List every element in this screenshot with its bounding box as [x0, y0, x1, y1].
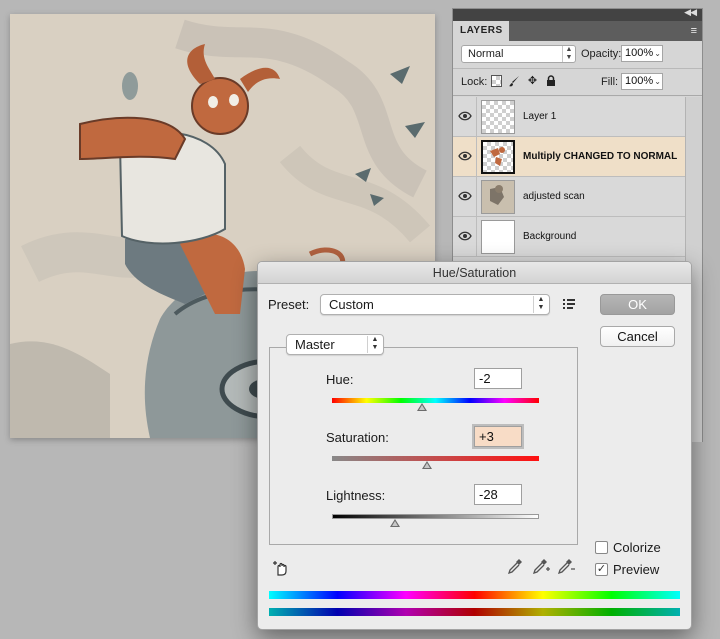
lock-all-icon[interactable]	[545, 75, 556, 87]
add-to-sample-eyedropper-icon[interactable]	[532, 558, 550, 577]
layer-list: Layer 1 Multiply CHANGED TO NORMAL adjus…	[453, 97, 686, 257]
visibility-toggle[interactable]	[453, 217, 477, 257]
hue-slider-handle[interactable]	[417, 403, 427, 411]
layer-name[interactable]: Multiply CHANGED TO NORMAL	[523, 137, 677, 177]
lock-label: Lock:	[461, 76, 488, 88]
preview-label: Preview	[613, 562, 660, 577]
targeted-adjustment-hand-icon[interactable]	[272, 559, 290, 580]
channel-select[interactable]: Master ▲ ▼	[286, 334, 384, 355]
blend-mode-value: Normal	[468, 48, 504, 60]
panel-title-bar[interactable]: ◀◀	[453, 7, 702, 21]
layer-row-adjusted-scan[interactable]: adjusted scan	[453, 177, 686, 217]
eye-icon	[458, 111, 472, 121]
fill-label: Fill:	[601, 76, 619, 88]
fill-field[interactable]: 100% ⌄	[621, 73, 663, 90]
saturation-input[interactable]: +3	[474, 426, 522, 447]
preview-checkbox[interactable]: ✓	[595, 563, 608, 576]
layer-row-background[interactable]: Background	[453, 217, 686, 257]
adjustment-group: Master ▲ ▼ Hue: -2 Saturation: +3 Lightne…	[269, 334, 578, 545]
colorize-checkbox[interactable]	[595, 541, 608, 554]
channel-value: Master	[295, 337, 335, 352]
preset-label: Preset:	[268, 297, 310, 312]
lightness-label: Lightness:	[326, 488, 386, 503]
visibility-toggle[interactable]	[453, 137, 477, 177]
saturation-label: Saturation:	[326, 430, 389, 445]
tab-layers[interactable]: LAYERS	[453, 21, 509, 41]
eye-icon	[458, 231, 472, 241]
opacity-label: Opacity:	[581, 48, 622, 60]
blend-opacity-row: Normal ▲ ▼ Opacity: 100% ⌄	[453, 41, 702, 69]
hue-label: Hue:	[326, 372, 354, 387]
lock-transparent-icon[interactable]	[491, 75, 502, 87]
layer-row-multiply[interactable]: Multiply CHANGED TO NORMAL	[453, 137, 686, 177]
dialog-title[interactable]: Hue/Saturation	[258, 262, 691, 284]
layer-name[interactable]: Background	[523, 217, 576, 257]
eyedropper-icon[interactable]	[507, 558, 523, 577]
hue-saturation-dialog: Hue/Saturation Preset: Custom ▲ ▼ OK Canc…	[257, 261, 692, 630]
lock-options: ✥	[491, 75, 556, 87]
preset-select[interactable]: Custom ▲ ▼	[320, 294, 550, 315]
chevron-down-icon[interactable]: ⌄	[654, 46, 661, 61]
lightness-slider-handle[interactable]	[390, 519, 400, 527]
saturation-slider-handle[interactable]	[422, 461, 432, 469]
chevron-updown-icon: ▲ ▼	[533, 296, 548, 313]
preset-value: Custom	[329, 297, 374, 312]
panel-menu-icon[interactable]: ≡	[691, 25, 697, 37]
saturation-slider[interactable]	[332, 456, 539, 461]
chevron-down-icon[interactable]: ⌄	[654, 74, 661, 89]
lightness-slider[interactable]	[332, 514, 539, 519]
layer-thumbnail	[481, 140, 515, 174]
lock-fill-row: Lock: ✥ Fill: 100% ⌄	[453, 70, 702, 96]
lightness-input[interactable]: -28	[474, 484, 522, 505]
layer-thumbnail	[481, 180, 515, 214]
output-color-bar	[269, 608, 680, 616]
panel-tab-row: LAYERS ≡	[453, 21, 702, 41]
chevron-updown-icon: ▲ ▼	[562, 46, 575, 62]
preset-options-icon[interactable]	[563, 298, 577, 313]
eye-icon	[458, 151, 472, 161]
hue-slider[interactable]	[332, 398, 539, 403]
visibility-toggle[interactable]	[453, 177, 477, 217]
layer-row-layer-1[interactable]: Layer 1	[453, 97, 686, 137]
fill-value: 100%	[625, 75, 654, 87]
eye-icon	[458, 191, 472, 201]
layer-name[interactable]: Layer 1	[523, 97, 556, 137]
layer-name[interactable]: adjusted scan	[523, 177, 585, 217]
opacity-field[interactable]: 100% ⌄	[621, 45, 663, 62]
opacity-value: 100%	[625, 47, 654, 59]
chevron-updown-icon: ▲ ▼	[367, 336, 382, 353]
lock-position-move-icon[interactable]: ✥	[527, 75, 538, 87]
lock-image-brush-icon[interactable]	[509, 75, 520, 87]
input-color-bar	[269, 591, 680, 599]
layer-thumbnail	[481, 100, 515, 134]
visibility-toggle[interactable]	[453, 97, 477, 137]
hue-input[interactable]: -2	[474, 368, 522, 389]
collapse-panel-icon[interactable]: ◀◀	[684, 7, 697, 18]
ok-button[interactable]: OK	[600, 294, 675, 315]
colorize-label: Colorize	[613, 540, 661, 555]
layer-thumbnail	[481, 220, 515, 254]
blend-mode-select[interactable]: Normal ▲ ▼	[461, 45, 576, 63]
subtract-from-sample-eyedropper-icon[interactable]	[557, 558, 575, 577]
cancel-button[interactable]: Cancel	[600, 326, 675, 347]
